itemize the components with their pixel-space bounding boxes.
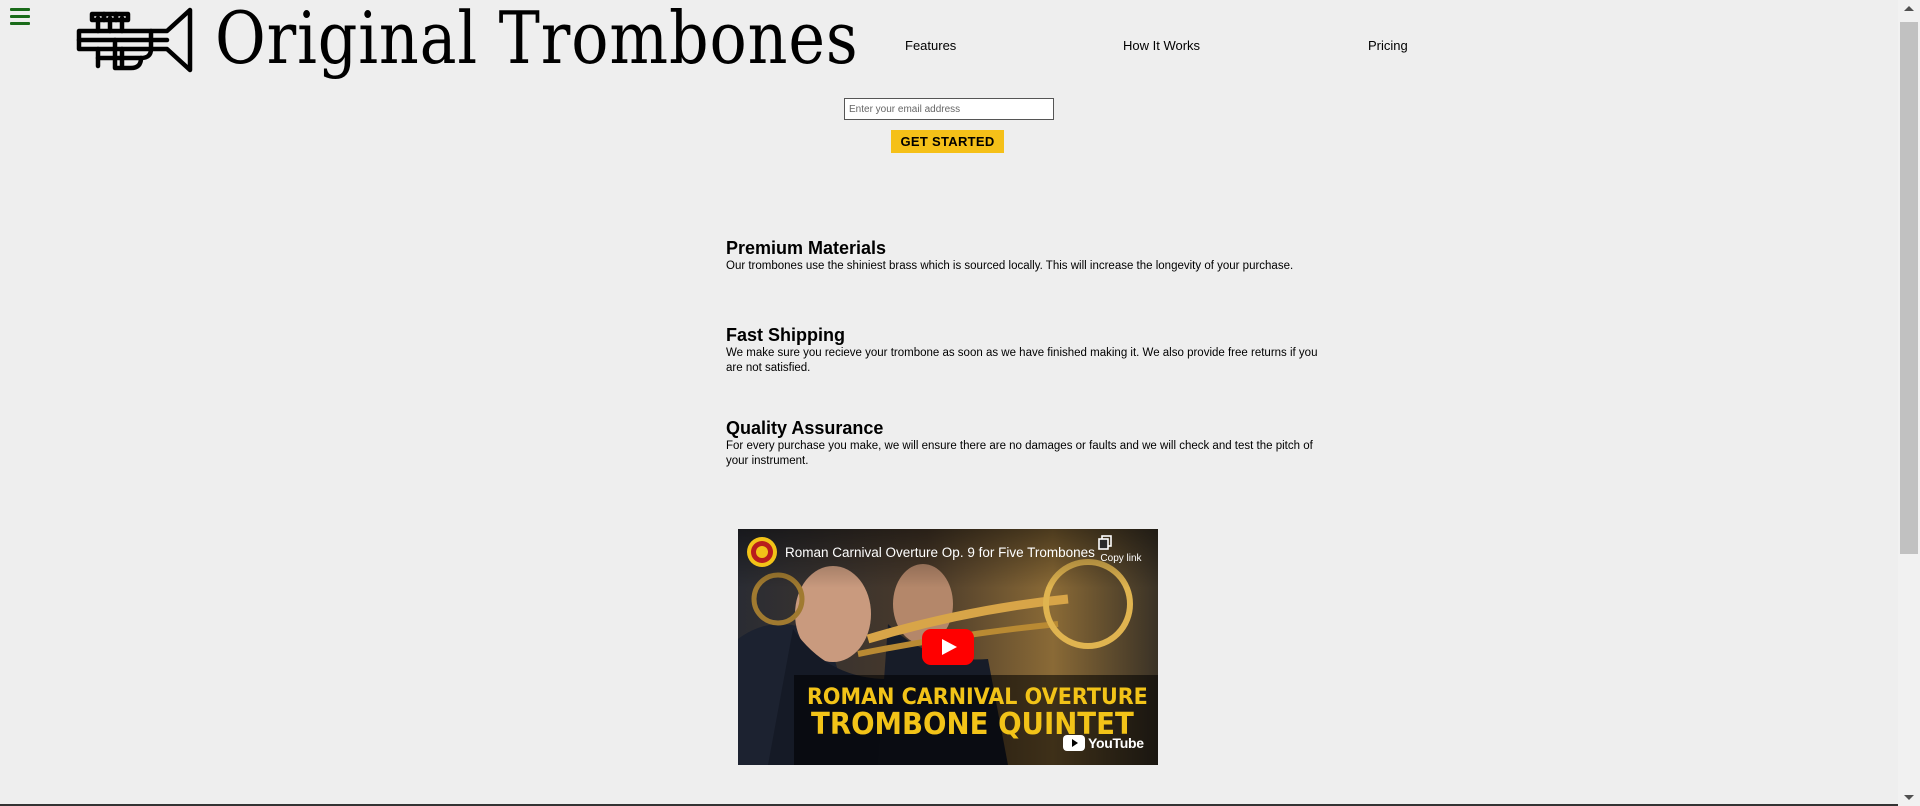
video-title[interactable]: Roman Carnival Overture Op. 9 for Five T… — [785, 545, 1095, 560]
video-embed[interactable]: Roman Carnival Overture Op. 9 for Five T… — [738, 529, 1158, 765]
feature-description: We make sure you recieve your trombone a… — [726, 347, 1318, 374]
scroll-thumb[interactable] — [1900, 22, 1918, 554]
nav-link-pricing[interactable]: Pricing — [1368, 38, 1408, 53]
vertical-scrollbar[interactable] — [1898, 0, 1920, 806]
nav-link-features[interactable]: Features — [905, 38, 956, 53]
feature-fast-shipping: Fast Shipping We make sure you recieve y… — [726, 324, 1326, 376]
brand-title[interactable]: Original Trombones — [215, 0, 858, 80]
scroll-up-arrow-icon[interactable] — [1898, 0, 1920, 17]
copy-link-button[interactable]: Copy link — [1097, 535, 1145, 564]
feature-description: Our trombones use the shiniest brass whi… — [726, 260, 1294, 272]
landing-page: Original Trombones Features How It Works… — [0, 0, 1920, 806]
hamburger-menu-icon[interactable] — [10, 8, 30, 26]
email-input[interactable] — [844, 98, 1054, 120]
play-icon[interactable] — [922, 629, 974, 665]
feature-quality-assurance: Quality Assurance For every purchase you… — [726, 417, 1326, 469]
copy-icon — [1098, 535, 1112, 550]
feature-description: For every purchase you make, we will ens… — [726, 440, 1313, 467]
youtube-icon — [1063, 735, 1085, 751]
feature-premium-materials: Premium Materials Our trombones use the … — [726, 237, 1326, 274]
scroll-down-arrow-icon[interactable] — [1898, 789, 1920, 806]
feature-title: Premium Materials — [726, 238, 887, 258]
feature-title: Fast Shipping — [726, 325, 845, 345]
youtube-logo[interactable]: YouTube — [1063, 734, 1144, 752]
copy-link-label: Copy link — [1100, 553, 1142, 564]
trumpet-logo-icon — [76, 7, 193, 73]
nav-link-how-it-works[interactable]: How It Works — [1123, 38, 1200, 53]
get-started-button[interactable]: GET STARTED — [891, 130, 1004, 153]
youtube-logo-text: YouTube — [1088, 735, 1144, 751]
feature-title: Quality Assurance — [726, 418, 884, 438]
